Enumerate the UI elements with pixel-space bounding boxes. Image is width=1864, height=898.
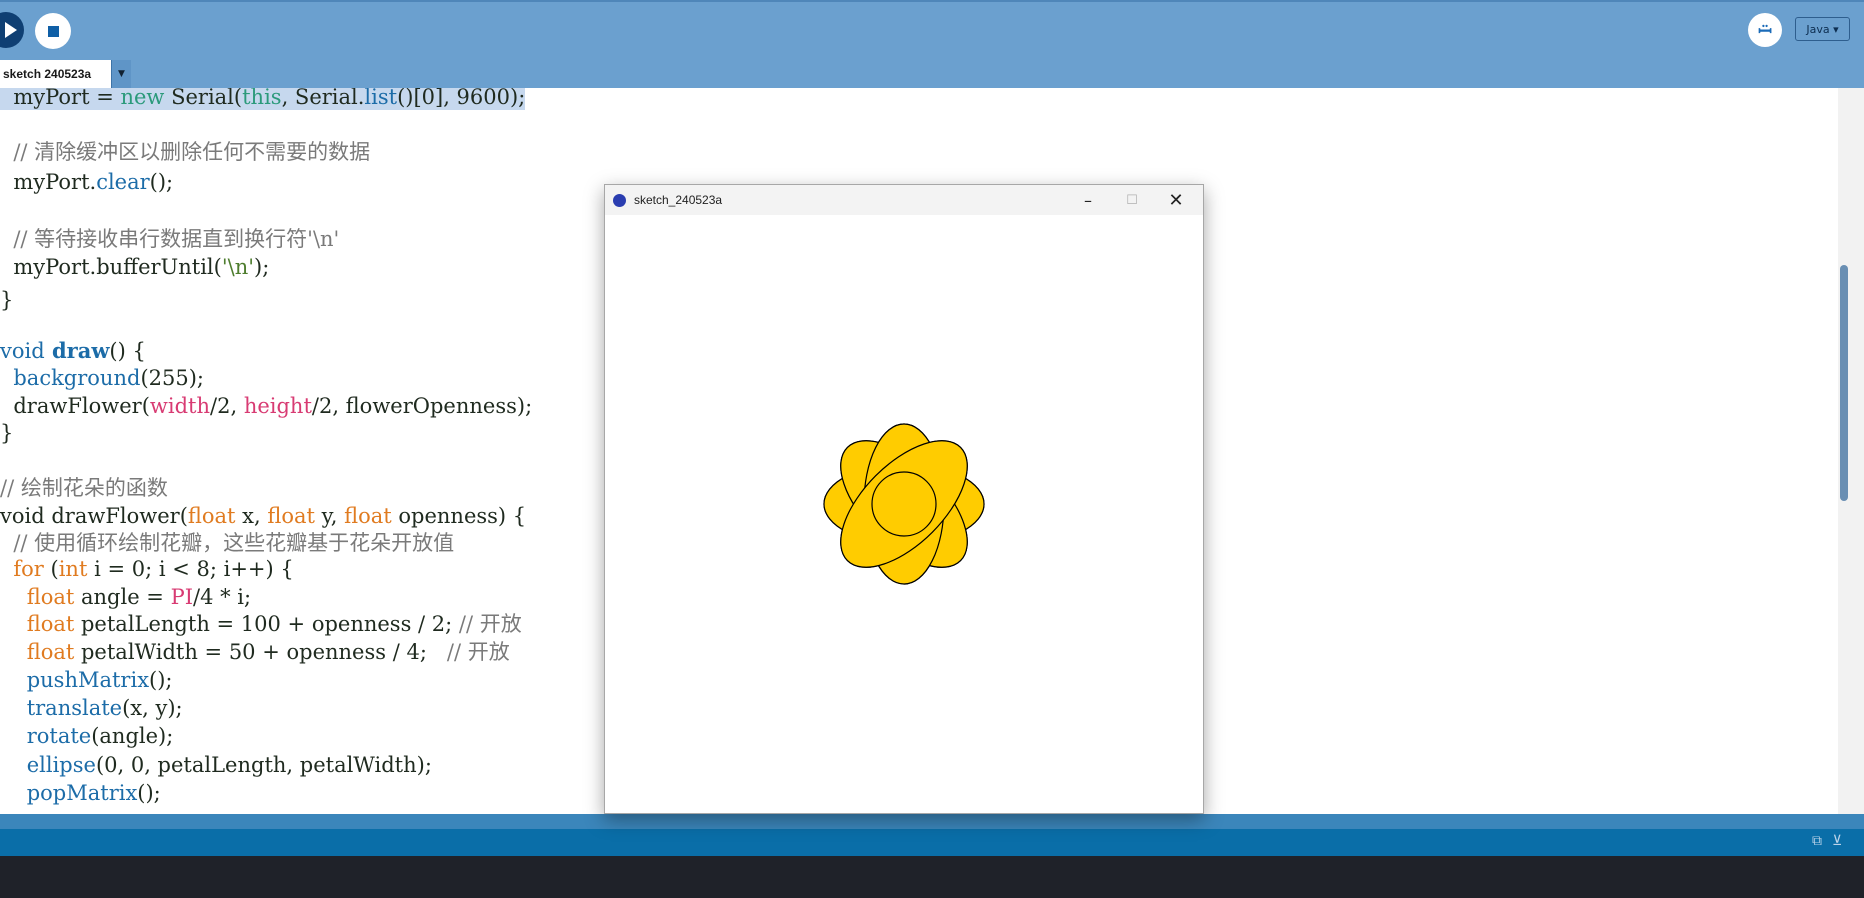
code-line: float angle = PI/4 * i; [26, 585, 252, 609]
code-line: myPort.bufferUntil('\n'); [0, 255, 270, 279]
code-line: } [0, 421, 14, 445]
code-line: void drawFlower(float x, float y, float … [0, 504, 527, 528]
close-button[interactable]: ✕ [1153, 185, 1199, 215]
code-line: background(255); [13, 366, 204, 390]
code-line: pushMatrix(); [26, 668, 173, 692]
flower-center [871, 471, 937, 537]
stop-icon [47, 25, 59, 37]
code-line: // 绘制花朵的函数 [0, 476, 168, 500]
window-titlebar[interactable]: sketch_240523a – ☐ ✕ [605, 185, 1203, 215]
processing-icon [613, 193, 626, 207]
code-line: } [0, 288, 14, 312]
filter-icon[interactable]: ⊻ [1832, 833, 1842, 849]
code-line: float petalWidth = 50 + openness / 4; //… [26, 640, 510, 664]
debugger-icon: ꟷ̈ [1758, 21, 1772, 42]
stop-button[interactable] [35, 13, 71, 49]
code-line: rotate(angle); [26, 724, 174, 748]
debugger-button[interactable]: ꟷ̈ [1748, 13, 1782, 47]
window-title: sketch_240523a [634, 193, 723, 207]
tab-menu-button[interactable]: ▼ [111, 60, 131, 88]
code-line: popMatrix(); [26, 781, 161, 805]
toolbar: ꟷ̈ Java ▾ [0, 0, 1864, 88]
console-area[interactable] [0, 856, 1864, 898]
code-line: myPort.clear(); [0, 170, 174, 194]
mode-select[interactable]: Java ▾ [1795, 17, 1850, 41]
code-line: // 使用循环绘制花瓣，这些花瓣基于花朵开放值 [0, 531, 455, 555]
console-controls: ⧉ ⊻ [1812, 833, 1852, 849]
code-line: translate(x, y); [26, 696, 183, 720]
status-bar-top [0, 814, 1864, 829]
code-line: void draw() { [0, 338, 146, 363]
chevron-down-icon: ▼ [118, 69, 125, 79]
code-line: float petalLength = 100 + openness / 2; … [26, 612, 522, 636]
copy-icon[interactable]: ⧉ [1812, 833, 1822, 849]
code-line: // 等待接收串行数据直到换行符'\n' [0, 227, 340, 251]
scrollbar-thumb[interactable] [1840, 265, 1848, 501]
tab-sketch[interactable]: sketch 240523a [0, 60, 111, 88]
code-line: drawFlower(width/2, height/2, flowerOpen… [0, 394, 533, 418]
code-line: for (int i = 0; i < 8; i++) { [13, 557, 294, 581]
code-line: myPort = new Serial(this, Serial.list()[… [0, 88, 526, 110]
toolbar-border [0, 0, 1864, 2]
maximize-button[interactable]: ☐ [1109, 185, 1155, 215]
sketch-canvas [605, 215, 1203, 813]
code-line: // 清除缓冲区以删除任何不需要的数据 [0, 140, 371, 164]
run-button[interactable] [0, 12, 24, 48]
flower-drawing [823, 423, 985, 585]
play-icon [5, 22, 17, 38]
minimize-button[interactable]: – [1065, 185, 1111, 215]
sketch-window: sketch_240523a – ☐ ✕ [604, 184, 1204, 814]
code-line: ellipse(0, 0, petalLength, petalWidth); [26, 753, 432, 777]
